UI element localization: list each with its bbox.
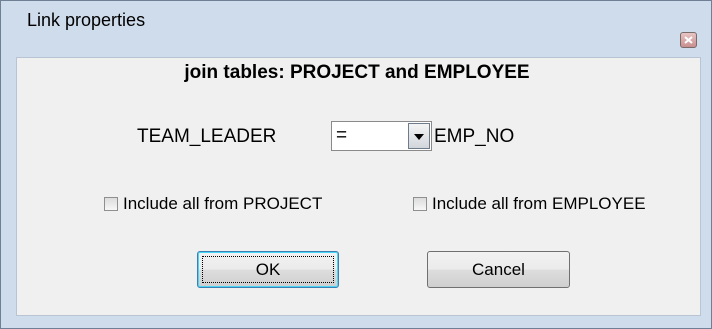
cancel-button[interactable]: Cancel: [427, 251, 570, 288]
right-field-label: EMP_NO: [434, 126, 515, 147]
title-bar[interactable]: Link properties: [1, 1, 711, 32]
link-properties-dialog: Link properties join tables: PROJECT and…: [0, 0, 712, 329]
include-project-label[interactable]: Include all from PROJECT: [123, 193, 322, 215]
ok-button[interactable]: OK: [197, 251, 339, 288]
close-button[interactable]: [680, 32, 697, 48]
cancel-button-label: Cancel: [472, 260, 525, 279]
operator-value: =: [336, 125, 348, 146]
operator-dropdown-button[interactable]: [408, 123, 430, 149]
include-project-checkbox[interactable]: [104, 197, 118, 211]
window-title: Link properties: [27, 10, 146, 30]
chevron-down-icon: [414, 134, 424, 140]
include-employee-label[interactable]: Include all from EMPLOYEE: [432, 193, 646, 215]
operator-select[interactable]: =: [331, 121, 432, 151]
focus-rectangle: [202, 256, 334, 283]
include-employee-checkbox[interactable]: [413, 197, 427, 211]
dialog-client-area: [16, 57, 701, 316]
left-field-label: TEAM_LEADER: [137, 126, 277, 147]
close-icon: [684, 36, 693, 44]
join-heading: join tables: PROJECT and EMPLOYEE: [184, 62, 530, 83]
